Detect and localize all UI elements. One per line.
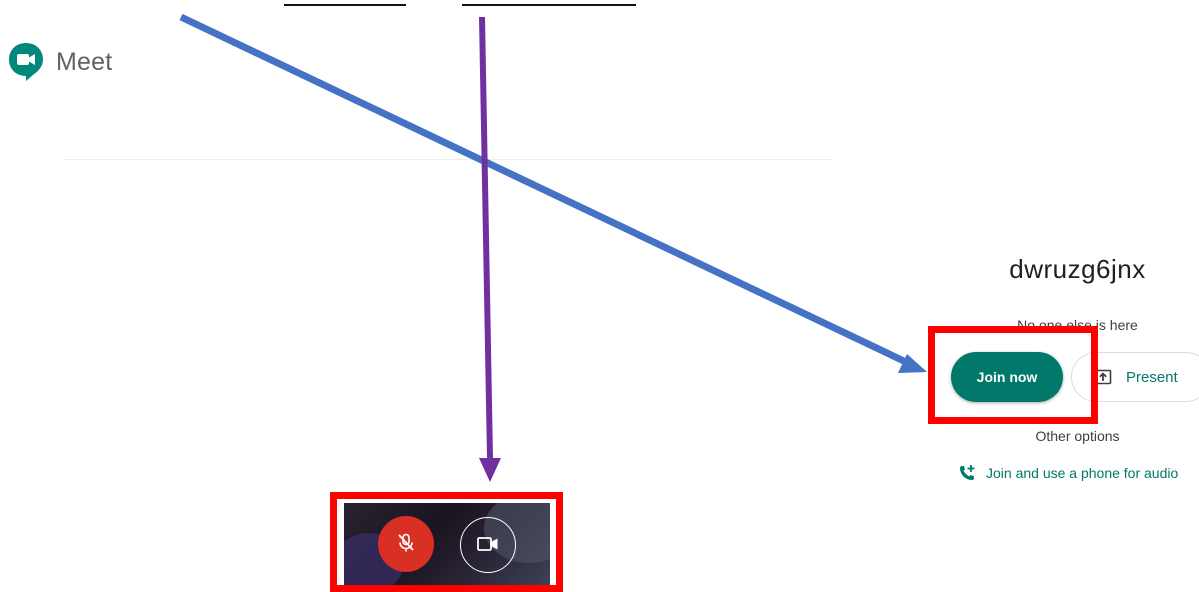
annotation-arrows [179, 13, 927, 482]
caption-underline-left [284, 0, 406, 6]
phone-label: Join and use a phone for audio [986, 465, 1179, 481]
phone-add-icon [958, 464, 976, 482]
other-options-heading: Other options [1035, 428, 1120, 444]
meet-logo-text: Meet [56, 47, 113, 76]
join-with-phone-link[interactable]: Join and use a phone for audio [958, 464, 1178, 482]
present-label: Present [1126, 368, 1178, 386]
caption-underline-right [462, 0, 636, 6]
meet-logo-icon [8, 42, 44, 82]
screenshot-stage: Meet dwruzg6jnx No one else is here Join… [0, 0, 1199, 592]
meet-logo: Meet [8, 42, 112, 82]
join-highlight-box [928, 326, 1098, 424]
meeting-code: dwruzg6jnx [1009, 254, 1146, 284]
blue-arrow [179, 13, 927, 373]
purple-arrow [479, 16, 501, 482]
preview-highlight-box [330, 492, 563, 592]
header-divider [64, 159, 832, 160]
cut-off-caption [200, 0, 660, 6]
